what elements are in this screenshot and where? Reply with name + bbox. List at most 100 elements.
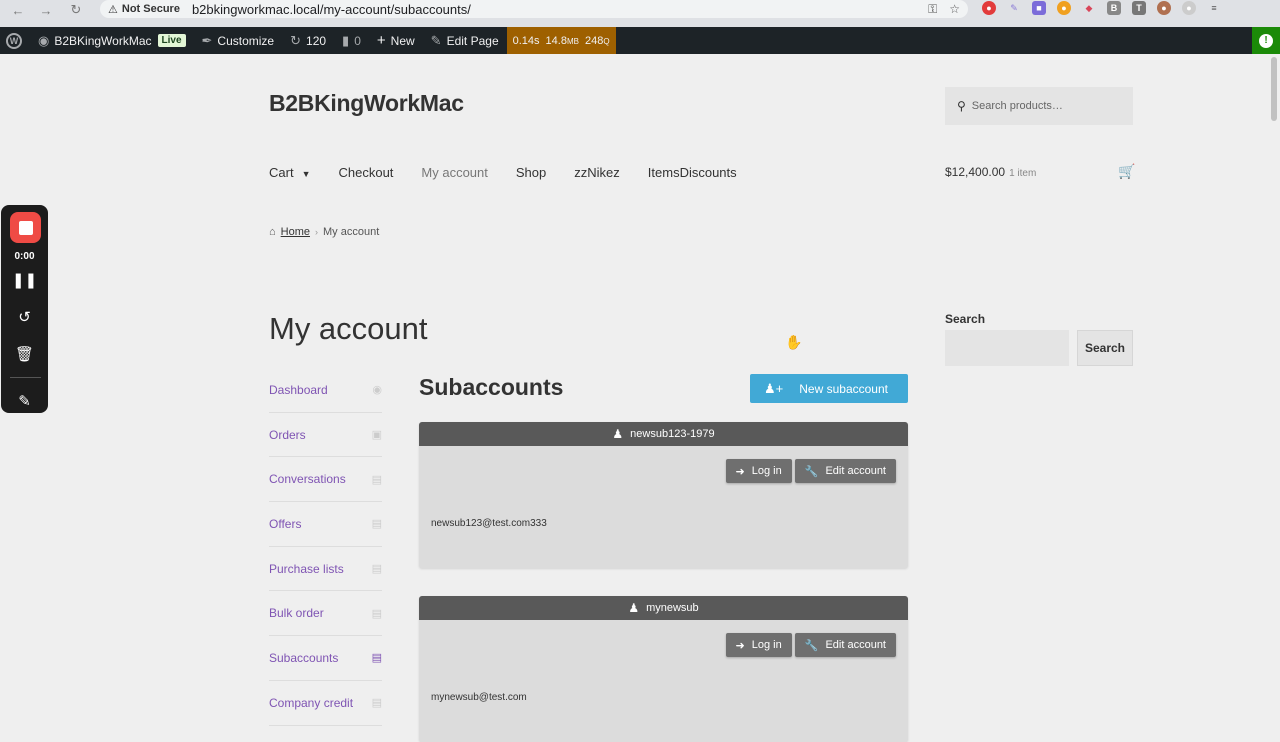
stop-recording-button[interactable]: [10, 212, 41, 243]
extension-icon[interactable]: ●: [1057, 1, 1071, 15]
breadcrumb-home-link[interactable]: Home: [281, 226, 310, 238]
updates-link[interactable]: ↻ 120: [282, 27, 334, 54]
query-monitor[interactable]: 0.14s 14.8MB 248Q: [506, 27, 616, 54]
document-icon: ▤: [371, 563, 382, 576]
new-label: New: [390, 33, 415, 48]
search-placeholder: Search products…: [971, 100, 1063, 112]
account-nav-dashboard[interactable]: Dashboard ◉: [269, 368, 382, 413]
wordpress-logo-icon[interactable]: W: [0, 27, 30, 54]
qm-memory-group: 14.8MB: [546, 35, 579, 47]
extension-icon[interactable]: ■: [1032, 1, 1046, 15]
login-label: Log in: [751, 639, 782, 651]
status-exclamation-icon[interactable]: !: [1252, 27, 1280, 54]
add-user-icon: ♟+: [764, 380, 784, 396]
extension-icon[interactable]: B: [1107, 1, 1121, 15]
login-icon: ➜: [735, 639, 745, 652]
cart-total: $12,400.00: [945, 165, 1006, 179]
extension-icon[interactable]: T: [1132, 1, 1146, 15]
key-icon[interactable]: ⚿: [928, 2, 937, 17]
nav-item-zznikez[interactable]: zzNikez: [574, 165, 620, 180]
account-nav-bulk-order[interactable]: Bulk order ▤: [269, 591, 382, 637]
qm-queries-group: 248Q: [585, 35, 610, 47]
extension-icon[interactable]: ◆: [1082, 1, 1096, 15]
edit-account-button[interactable]: 🔧 Edit account: [794, 633, 896, 657]
edit-account-button[interactable]: 🔧 Edit account: [794, 459, 896, 483]
extension-icon[interactable]: ●: [1182, 1, 1196, 15]
new-subaccount-label: New subaccount: [799, 381, 888, 396]
pencil-icon: ✎: [430, 32, 442, 48]
wrench-icon: 🔧: [804, 465, 819, 478]
user-icon: ♟: [628, 601, 640, 615]
account-nav-label: Orders: [269, 427, 306, 442]
basket-icon[interactable]: 🛒: [1118, 163, 1135, 180]
not-secure-label: Not Secure: [121, 3, 180, 15]
edit-page-label: Edit Page: [446, 33, 499, 48]
live-badge: Live: [157, 34, 186, 47]
account-nav-orders[interactable]: Orders ▣: [269, 413, 382, 458]
nav-item-itemsdiscounts[interactable]: ItemsDiscounts: [648, 165, 737, 180]
subaccount-email: mynewsub@test.com: [431, 692, 527, 703]
edit-account-label: Edit account: [825, 639, 886, 651]
customize-link[interactable]: ✒ Customize: [194, 27, 283, 54]
header-cart-link[interactable]: $12,400.00 1 item: [945, 165, 1036, 179]
cart-count: 1 item: [1009, 168, 1037, 179]
customize-label: Customize: [217, 33, 275, 48]
site-title[interactable]: B2BKingWorkMac: [269, 90, 464, 117]
new-content-menu[interactable]: + New: [369, 27, 423, 54]
account-navigation: Dashboard ◉ Orders ▣ Conversations ▤ Offers…: [269, 368, 382, 726]
account-nav-company-credit[interactable]: Company credit ▤: [269, 681, 382, 726]
forward-button[interactable]: →: [32, 0, 60, 20]
extension-icon[interactable]: ≡: [1207, 1, 1221, 15]
nav-item-checkout[interactable]: Checkout: [338, 165, 393, 180]
nav-item-my-account[interactable]: My account: [421, 165, 487, 180]
search-icon: ⚲: [957, 99, 966, 113]
login-label: Log in: [751, 465, 782, 477]
warning-icon: ⚠: [108, 3, 118, 16]
refresh-icon: ↻: [290, 32, 302, 48]
comments-link[interactable]: ▮ 0: [334, 27, 369, 54]
new-subaccount-button[interactable]: ♟+ New subaccount: [750, 374, 908, 403]
trash-icon[interactable]: 🗑: [1, 345, 48, 363]
extension-icon[interactable]: ●: [1157, 1, 1171, 15]
edit-page-link[interactable]: ✎ Edit Page: [423, 27, 507, 54]
nav-item-shop[interactable]: Shop: [516, 165, 546, 180]
draw-pencil-icon[interactable]: ✎: [1, 392, 48, 410]
restart-icon[interactable]: ↺: [1, 308, 48, 326]
subaccount-card-header: ♟ newsub123-1979: [419, 422, 908, 446]
paintbrush-icon: ✒: [201, 32, 213, 48]
scrollbar[interactable]: [1271, 57, 1277, 121]
sidebar-search-title: Search: [945, 312, 986, 326]
screen-recorder-panel: 0:00 ❚❚ ↺ 🗑 ✎: [1, 205, 48, 413]
site-name-menu[interactable]: ◉ B2BKingWorkMac Live: [30, 27, 194, 54]
sidebar-search-button[interactable]: Search: [1077, 330, 1133, 366]
subaccount-card-header: ♟ mynewsub: [419, 596, 908, 620]
plus-icon: +: [376, 32, 386, 49]
login-button[interactable]: ➜ Log in: [725, 633, 792, 657]
pause-button[interactable]: ❚❚: [1, 271, 48, 289]
chevron-down-icon: ▼: [301, 169, 311, 179]
extension-icon[interactable]: ●: [982, 1, 996, 15]
document-icon: ▤: [371, 607, 382, 620]
account-nav-purchase-lists[interactable]: Purchase lists ▤: [269, 547, 382, 592]
extension-icon[interactable]: ✎: [1007, 1, 1021, 15]
qm-memory-unit: MB: [566, 36, 579, 46]
account-nav-offers[interactable]: Offers ▤: [269, 502, 382, 547]
account-nav-label: Subaccounts: [269, 650, 339, 665]
star-icon[interactable]: ☆: [949, 2, 960, 16]
home-icon: ⌂: [269, 226, 276, 238]
breadcrumb-separator: ›: [315, 227, 318, 237]
account-nav-subaccounts[interactable]: Subaccounts ▤: [269, 636, 382, 681]
login-button[interactable]: ➜ Log in: [725, 459, 792, 483]
product-search-input[interactable]: ⚲ Search products…: [945, 87, 1133, 125]
account-nav-label: Offers: [269, 516, 302, 531]
sidebar-search-input[interactable]: [945, 330, 1069, 366]
browser-toolbar: ← → ↻ ⚠ Not Secure b2bkingworkmac.local/…: [0, 0, 1280, 27]
address-bar[interactable]: ⚠ Not Secure b2bkingworkmac.local/my-acc…: [100, 0, 968, 18]
nav-item-cart[interactable]: Cart ▼: [269, 165, 310, 180]
page-title: My account: [269, 311, 428, 346]
site-name-label: B2BKingWorkMac: [54, 33, 152, 48]
recording-timer: 0:00: [14, 251, 35, 262]
account-nav-conversations[interactable]: Conversations ▤: [269, 457, 382, 503]
back-button[interactable]: ←: [4, 0, 32, 20]
reload-button[interactable]: ↻: [62, 0, 90, 20]
